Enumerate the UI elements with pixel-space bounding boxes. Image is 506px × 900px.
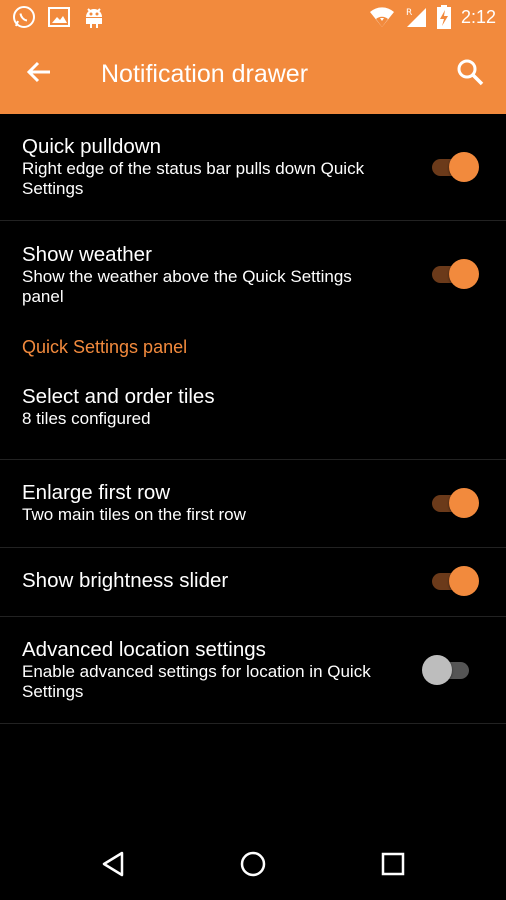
quick-pulldown-switch[interactable] [430,152,480,182]
search-button[interactable] [452,56,488,92]
pref-title: Show brightness slider [22,569,229,592]
show-weather-switch[interactable] [430,259,480,289]
pref-summary: Enable advanced settings for location in… [22,662,371,701]
pref-show-weather[interactable]: Show weather Show the weather above the … [0,221,506,329]
arrow-left-icon [26,59,52,90]
pref-quick-pulldown[interactable]: Quick pulldown Right edge of the status … [0,114,506,221]
pref-title: Quick pulldown [22,135,162,158]
whatsapp-icon [12,5,36,29]
pref-show-brightness-slider[interactable]: Show brightness slider [0,548,506,617]
pref-title: Enlarge first row [22,481,171,504]
advanced-location-switch[interactable] [422,655,472,685]
toolbar: Notification drawer [0,35,506,114]
pref-summary: Right edge of the status bar pulls down … [22,159,365,198]
pref-select-order-tiles[interactable]: Select and order tiles 8 tiles configure… [0,374,506,460]
page-title: Notification drawer [101,60,309,88]
search-icon [456,58,484,91]
nav-recents-button[interactable] [373,850,413,882]
roaming-signal-icon: R [405,6,427,28]
nav-home-button[interactable] [233,850,273,882]
pref-advanced-location[interactable]: Advanced location settings Enable advanc… [0,617,506,724]
pref-summary: Two main tiles on the first row [22,505,246,524]
pref-summary: Show the weather above the Quick Setting… [22,267,352,306]
status-time: 2:12 [460,6,496,27]
pref-title: Select and order tiles [22,385,215,408]
android-debug-icon [82,5,106,29]
pref-title: Show weather [22,243,152,266]
svg-text:R: R [406,8,412,18]
status-bar: R 2:12 [0,0,506,35]
back-button[interactable] [22,57,56,91]
home-circle-icon [239,850,267,883]
battery-charging-icon [436,5,451,29]
pref-summary: 8 tiles configured [22,409,151,428]
enlarge-first-row-switch[interactable] [430,488,480,518]
pref-title: Advanced location settings [22,638,266,661]
navigation-bar [0,830,506,900]
back-triangle-icon [99,850,127,883]
image-icon [48,7,70,27]
category-header: Quick Settings panel [0,329,506,374]
wifi-icon [369,6,395,28]
recents-square-icon [380,851,406,882]
category-title: Quick Settings panel [22,337,188,357]
pref-enlarge-first-row[interactable]: Enlarge first row Two main tiles on the … [0,460,506,548]
preferences-list: Quick pulldown Right edge of the status … [0,114,506,724]
nav-back-button[interactable] [93,850,133,882]
show-brightness-switch[interactable] [430,566,480,596]
